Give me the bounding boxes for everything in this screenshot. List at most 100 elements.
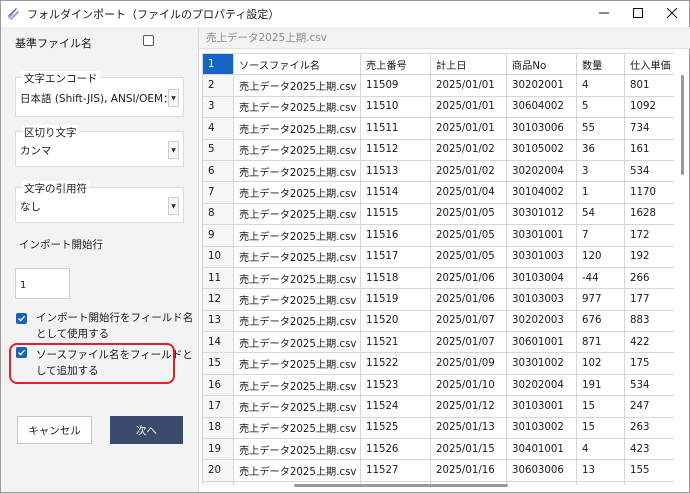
table-cell[interactable]: 売上データ2025上期.csv: [233, 266, 361, 290]
table-cell[interactable]: 191: [576, 373, 625, 397]
table-cell[interactable]: 売上データ2025上期.csv: [233, 459, 361, 482]
row-number-cell[interactable]: 4: [202, 117, 234, 140]
table-cell[interactable]: 2025/01/10: [430, 373, 507, 397]
table-cell[interactable]: 売上データ2025上期.csv: [233, 74, 361, 97]
row-number-cell[interactable]: 18: [202, 416, 234, 440]
vertical-scrollbar[interactable]: [678, 53, 688, 485]
table-cell[interactable]: 423: [624, 438, 674, 461]
table-cell[interactable]: 2025/01/05: [430, 224, 507, 247]
table-cell[interactable]: 155: [624, 459, 674, 482]
row-number-cell[interactable]: 15: [202, 352, 234, 375]
header-cell[interactable]: ソースファイル名: [233, 53, 361, 76]
table-cell[interactable]: 30104002: [506, 181, 577, 204]
row-number-cell[interactable]: 1: [202, 53, 234, 76]
table-cell[interactable]: 30601001: [506, 331, 577, 354]
table-cell[interactable]: 11512: [360, 138, 431, 161]
table-cell[interactable]: 11518: [360, 266, 431, 290]
table-cell[interactable]: 1628: [624, 202, 674, 226]
table-cell[interactable]: 11521: [360, 331, 431, 354]
table-cell[interactable]: 676: [576, 309, 625, 333]
table-cell[interactable]: 2025/01/15: [430, 438, 507, 461]
table-cell[interactable]: 2025/01/02: [430, 138, 507, 161]
table-cell[interactable]: 266: [624, 266, 674, 290]
table-cell[interactable]: 11517: [360, 245, 431, 268]
header-cell[interactable]: 数量: [576, 53, 625, 76]
table-cell[interactable]: 871: [576, 331, 625, 354]
table-cell[interactable]: -44: [576, 266, 625, 290]
quote-select[interactable]: なし ▼: [20, 196, 179, 216]
table-cell[interactable]: 売上データ2025上期.csv: [233, 438, 361, 461]
row-number-cell[interactable]: 20: [202, 459, 234, 482]
table-cell[interactable]: 4: [576, 438, 625, 461]
row-number-cell[interactable]: 13: [202, 309, 234, 333]
row-number-cell[interactable]: 2: [202, 74, 234, 97]
table-cell[interactable]: 11519: [360, 288, 431, 311]
table-cell[interactable]: 11514: [360, 181, 431, 204]
table-cell[interactable]: 30103002: [506, 416, 577, 440]
table-cell[interactable]: 120: [576, 245, 625, 268]
maximize-button[interactable]: [621, 1, 655, 27]
table-cell[interactable]: 2025/01/07: [430, 309, 507, 333]
table-cell[interactable]: 30604002: [506, 95, 577, 119]
row-number-cell[interactable]: 7: [202, 181, 234, 204]
table-cell[interactable]: 2025/01/13: [430, 416, 507, 440]
row-number-cell[interactable]: 9: [202, 224, 234, 247]
table-cell[interactable]: 30301012: [506, 202, 577, 226]
table-cell[interactable]: 売上データ2025上期.csv: [233, 159, 361, 183]
add-source-checkbox[interactable]: [16, 347, 27, 358]
table-cell[interactable]: 売上データ2025上期.csv: [233, 245, 361, 268]
table-cell[interactable]: 売上データ2025上期.csv: [233, 288, 361, 311]
table-cell[interactable]: 11510: [360, 95, 431, 119]
table-cell[interactable]: 172: [624, 224, 674, 247]
horizontal-scroll-thumb[interactable]: [294, 484, 508, 487]
row-number-cell[interactable]: 8: [202, 202, 234, 226]
table-cell[interactable]: 11509: [360, 74, 431, 97]
table-cell[interactable]: 売上データ2025上期.csv: [233, 181, 361, 204]
table-cell[interactable]: 2025/01/01: [430, 95, 507, 119]
row-number-cell[interactable]: 12: [202, 288, 234, 311]
start-row-input[interactable]: 1: [15, 268, 70, 299]
row-number-cell[interactable]: 3: [202, 95, 234, 119]
table-cell[interactable]: 734: [624, 117, 674, 140]
table-cell[interactable]: 263: [624, 416, 674, 440]
table-cell[interactable]: 売上データ2025上期.csv: [233, 138, 361, 161]
table-cell[interactable]: 11522: [360, 352, 431, 375]
table-cell[interactable]: 30103006: [506, 117, 577, 140]
row-number-cell[interactable]: 10: [202, 245, 234, 268]
table-cell[interactable]: 2025/01/05: [430, 245, 507, 268]
table-cell[interactable]: 883: [624, 309, 674, 333]
file-tab[interactable]: 売上データ2025上期.csv: [199, 27, 690, 49]
table-cell[interactable]: 2025/01/12: [430, 395, 507, 418]
table-cell[interactable]: 11527: [360, 459, 431, 482]
base-filename-checkbox[interactable]: [143, 35, 154, 46]
table-cell[interactable]: 30301001: [506, 224, 577, 247]
table-cell[interactable]: 13: [576, 459, 625, 482]
header-cell[interactable]: 商品No: [506, 53, 577, 76]
chevron-down-icon[interactable]: ▼: [168, 141, 179, 159]
table-cell[interactable]: 30105002: [506, 138, 577, 161]
table-cell[interactable]: 175: [624, 352, 674, 375]
row-number-cell[interactable]: 16: [202, 373, 234, 397]
table-cell[interactable]: 1: [576, 181, 625, 204]
header-cell[interactable]: 売上番号: [360, 53, 431, 76]
table-cell[interactable]: 15: [576, 416, 625, 440]
table-cell[interactable]: 192: [624, 245, 674, 268]
table-cell[interactable]: 11525: [360, 416, 431, 440]
row-number-cell[interactable]: 11: [202, 266, 234, 290]
table-cell[interactable]: 売上データ2025上期.csv: [233, 117, 361, 140]
data-preview-grid[interactable]: 1 ソースファイル名 売上番号 計上日 商品No 数量 仕入単価 2 売上データ2…: [202, 53, 674, 485]
table-cell[interactable]: 2025/01/06: [430, 288, 507, 311]
table-cell[interactable]: 177: [624, 288, 674, 311]
table-cell[interactable]: 30603006: [506, 459, 577, 482]
table-cell[interactable]: 売上データ2025上期.csv: [233, 331, 361, 354]
table-cell[interactable]: 1092: [624, 95, 674, 119]
table-cell[interactable]: 11520: [360, 309, 431, 333]
delimiter-select[interactable]: カンマ ▼: [20, 140, 179, 160]
table-cell[interactable]: 36: [576, 138, 625, 161]
use-header-checkbox[interactable]: [16, 313, 27, 324]
table-cell[interactable]: 30103001: [506, 395, 577, 418]
row-number-cell[interactable]: 6: [202, 159, 234, 183]
row-number-cell[interactable]: 19: [202, 438, 234, 461]
table-cell[interactable]: 売上データ2025上期.csv: [233, 202, 361, 226]
row-number-cell[interactable]: 14: [202, 331, 234, 354]
